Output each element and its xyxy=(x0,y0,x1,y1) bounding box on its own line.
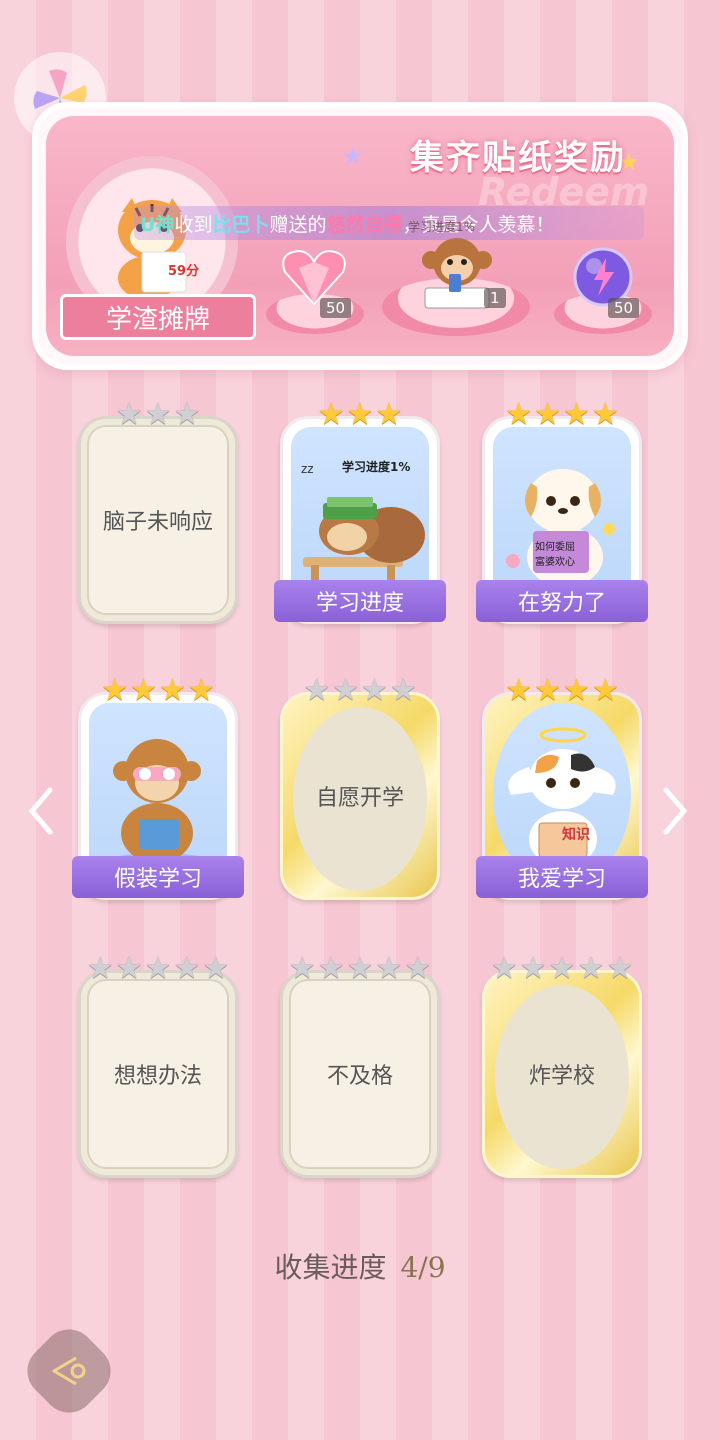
sticker-card-locked[interactable]: 不及格 ★ ★ ★ ★ ★ xyxy=(280,952,440,1178)
star-icon: ★ xyxy=(144,951,172,986)
ticker-user: U神 xyxy=(140,213,175,236)
back-button[interactable] xyxy=(16,1318,122,1424)
star-rating: ★ ★ ★ ★ ★ xyxy=(482,952,642,986)
sticker-card-unlocked[interactable]: zz 学习进度1% 学习进度 ★ ★ ★ xyxy=(274,398,446,624)
star-icon: ★ xyxy=(577,951,605,986)
reward-banner: ★ ★ 集齐贴纸奖励 Redeem 59分 学渣摊牌 U神 收到 比巴卜 赠送的… xyxy=(32,102,688,370)
card-label: 想想办法 xyxy=(113,1064,202,1089)
sticker-caption: 学习进度1% xyxy=(342,460,411,474)
back-arrow-icon xyxy=(52,1356,86,1386)
star-icon: ★ xyxy=(404,951,432,986)
star-icon: ★ xyxy=(173,397,201,432)
sticker-caption: 学习进度1% xyxy=(408,220,476,234)
star-icon: ★ xyxy=(342,142,364,170)
card-label: 脑子未响应 xyxy=(102,510,213,535)
star-rating: ★ ★ ★ ★ xyxy=(280,674,440,708)
star-icon: ★ xyxy=(591,397,619,432)
star-icon: ★ xyxy=(86,951,114,986)
star-icon: ★ xyxy=(202,951,230,986)
star-icon: ★ xyxy=(389,673,417,708)
sticker-card-unlocked[interactable]: 如何委屈 富婆欢心 在努力了 ★ ★ ★ ★ xyxy=(476,398,648,624)
card-label: 不及格 xyxy=(326,1064,393,1089)
next-page-arrow[interactable] xyxy=(660,786,690,848)
angel-cat-icon xyxy=(508,727,616,867)
collection-progress: 收集进度 4/9 xyxy=(0,1246,720,1286)
broadcast-ticker: U神 收到 比巴卜 赠送的 悠然自得 ，真是令人羡慕！ xyxy=(134,206,644,240)
sticker-card-unlocked[interactable]: 知识 我爱学习 ★ ★ ★ ★ xyxy=(476,674,648,900)
card-label: 我爱学习 xyxy=(476,856,648,898)
puppy-icon xyxy=(506,469,615,587)
star-icon: ★ xyxy=(332,673,359,708)
star-icon: ★ xyxy=(548,951,576,986)
star-icon: ★ xyxy=(375,951,403,986)
star-icon: ★ xyxy=(490,951,518,986)
chevron-left-icon xyxy=(28,787,53,835)
card-label: 在努力了 xyxy=(476,580,648,622)
score-paper-text: 59分 xyxy=(168,264,200,279)
star-icon: ★ xyxy=(563,397,590,432)
sticker-card-locked[interactable]: 想想办法 ★ ★ ★ ★ ★ xyxy=(78,952,238,1178)
avatar-name-ribbon: 学渣摊牌 xyxy=(60,294,256,340)
card-label: 假装学习 xyxy=(72,856,244,898)
star-icon: ★ xyxy=(187,673,215,708)
card-label: 炸学校 xyxy=(528,1064,595,1089)
star-rating: ★ ★ ★ ★ xyxy=(482,398,642,432)
star-icon: ★ xyxy=(534,397,561,432)
sticker-card-locked[interactable]: 炸学校 ★ ★ ★ ★ ★ xyxy=(482,952,642,1178)
star-icon: ★ xyxy=(505,397,533,432)
star-icon: ★ xyxy=(101,673,129,708)
star-icon: ★ xyxy=(115,951,143,986)
reward-count: 50 xyxy=(608,298,640,318)
star-icon: ★ xyxy=(346,397,374,432)
chevron-right-icon xyxy=(663,787,688,835)
star-icon: ★ xyxy=(563,673,590,708)
star-icon: ★ xyxy=(115,397,143,432)
star-rating: ★ ★ ★ ★ xyxy=(78,674,238,708)
reward-count: 50 xyxy=(320,298,352,318)
star-icon: ★ xyxy=(361,673,388,708)
ticker-text: 赠送的 xyxy=(269,213,327,236)
sticker-caption: 知识 xyxy=(562,827,590,843)
card-label: 自愿开学 xyxy=(315,786,404,811)
reward-count: 1 xyxy=(484,288,506,308)
star-icon: ★ xyxy=(346,951,374,986)
star-icon: ★ xyxy=(317,397,345,432)
star-icon: ★ xyxy=(173,951,201,986)
sticker-card-locked[interactable]: 自愿开学 ★ ★ ★ ★ xyxy=(280,674,440,900)
star-icon: ★ xyxy=(144,397,172,432)
sticker-card-unlocked[interactable]: 假装学习 ★ ★ ★ ★ xyxy=(72,674,244,900)
star-icon: ★ xyxy=(519,951,547,986)
star-icon: ★ xyxy=(375,397,403,432)
star-icon: ★ xyxy=(159,673,186,708)
progress-value: 4/9 xyxy=(400,1251,446,1284)
monkey-icon xyxy=(103,739,215,873)
star-rating: ★ ★ ★ ★ xyxy=(482,674,642,708)
tiger-icon xyxy=(118,198,187,300)
star-icon: ★ xyxy=(288,951,316,986)
star-icon: ★ xyxy=(130,673,157,708)
ticker-gift: 悠然自得 xyxy=(326,213,403,236)
ticker-friend: 比巴卜 xyxy=(212,213,270,236)
star-icon: ★ xyxy=(505,673,533,708)
star-rating: ★ ★ ★ xyxy=(280,398,440,432)
star-rating: ★ ★ ★ ★ ★ xyxy=(280,952,440,986)
sticker-caption: 如何委屈 富婆欢心 xyxy=(535,542,575,568)
progress-label: 收集进度 xyxy=(274,1251,387,1284)
star-icon: ★ xyxy=(606,951,634,986)
star-icon: ★ xyxy=(317,951,345,986)
sticker-card-locked[interactable]: 脑子未响应 ★ ★ ★ xyxy=(78,398,238,624)
star-rating: ★ ★ ★ xyxy=(78,398,238,432)
star-icon: ★ xyxy=(534,673,561,708)
star-rating: ★ ★ ★ ★ ★ xyxy=(78,952,238,986)
star-icon: ★ xyxy=(303,673,331,708)
prev-page-arrow[interactable] xyxy=(26,786,56,848)
star-icon: ★ xyxy=(591,673,619,708)
ticker-text: 收到 xyxy=(174,213,213,236)
svg-text:zz: zz xyxy=(301,462,314,476)
card-label: 学习进度 xyxy=(274,580,446,622)
